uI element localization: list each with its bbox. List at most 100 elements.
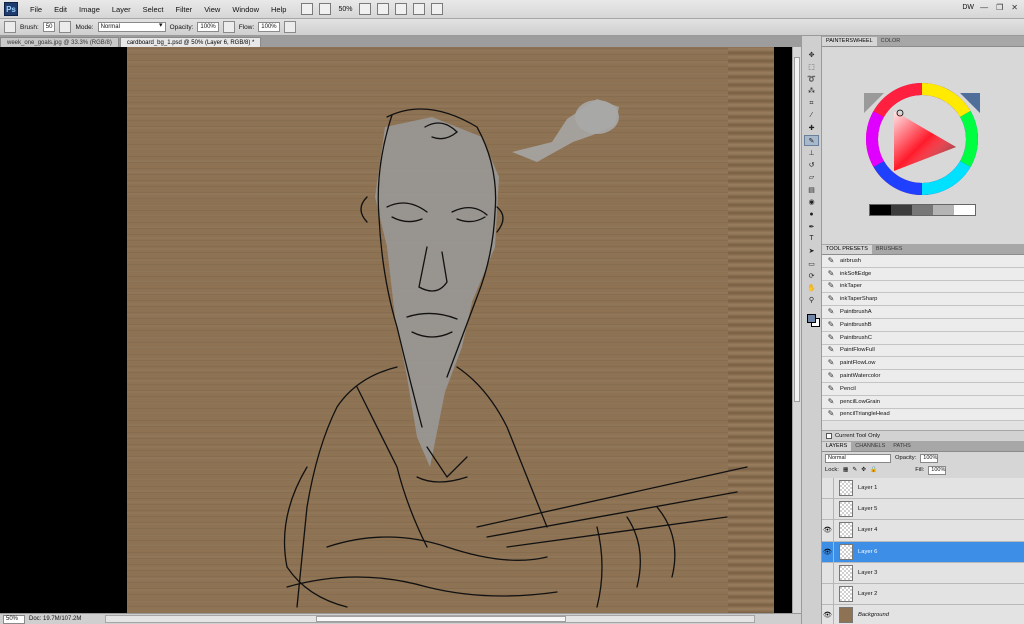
brush-tool-icon[interactable]: ✎ [804,135,819,147]
crop-tool-icon[interactable]: ⌗ [804,98,819,109]
tab-channels[interactable]: CHANNELS [851,442,889,451]
screen-mode-icon[interactable] [431,3,444,15]
layer-row[interactable]: 👁 Background [822,605,1024,624]
list-item[interactable]: ✎ inkTaper [822,280,1024,294]
list-item[interactable]: ✎ pencilTriangleHead [822,408,1024,422]
visibility-toggle[interactable] [822,562,834,583]
arrange-documents-icon[interactable] [413,3,426,15]
zoom-dropdown[interactable]: 50% [334,6,356,13]
eyedropper-tool-icon[interactable]: ⁄ [804,110,819,121]
3d-rotate-tool-icon[interactable]: ⟳ [804,270,819,281]
view-extras-icon[interactable] [319,3,332,15]
brush-size-picker[interactable]: 50 [42,22,56,32]
shape-tool-icon[interactable]: ▭ [804,258,819,269]
vertical-scroll-thumb[interactable] [794,57,800,402]
visibility-toggle[interactable] [822,478,834,499]
hand-tool-icon[interactable] [359,3,372,15]
lock-pixels-icon[interactable]: ✎ [852,467,857,473]
tab-paths[interactable]: PATHS [889,442,915,451]
tool-preset-picker-icon[interactable] [4,21,16,33]
gradient-tool-icon[interactable]: ▤ [804,184,819,195]
list-item[interactable]: ✎ PaintbrushA [822,306,1024,319]
horizontal-scroll-thumb[interactable] [316,616,566,622]
bridge-icon[interactable] [301,3,314,15]
doc-tab-cardboard-bg[interactable]: cardboard_bg_1.psd @ 50% (Layer 6, RGB/8… [119,37,262,47]
list-item[interactable]: ✎ pencilLowGrain [822,395,1024,409]
eye-icon[interactable]: 👁 [822,605,834,624]
gray-swatch[interactable] [891,205,912,215]
current-tool-only-checkbox[interactable] [826,433,832,439]
minimize-icon[interactable]: — [980,3,988,12]
type-tool-icon[interactable]: T [804,233,819,244]
move-tool-icon[interactable]: ✥ [804,49,819,60]
tab-tool-presets[interactable]: TOOL PRESETS [822,245,872,254]
gray-swatch[interactable] [870,205,891,215]
fill-input[interactable]: 100% [928,465,947,475]
tab-layers[interactable]: LAYERS [822,442,852,451]
eye-icon[interactable]: 👁 [822,520,834,541]
gray-swatch[interactable] [954,205,975,215]
blur-tool-icon[interactable]: ◉ [804,197,819,208]
vertical-scrollbar[interactable] [792,47,801,613]
menu-file[interactable]: File [24,5,48,14]
doc-size-readout[interactable]: Doc: 19.7M/107.2M [29,616,99,622]
list-item[interactable]: ✎ Pencil [822,382,1024,396]
layer-row-active[interactable]: 👁 Layer 6 [822,541,1024,563]
pressure-opacity-icon[interactable] [222,21,235,33]
list-item[interactable]: ✎ paintWatercolor [822,370,1024,383]
tab-brushes[interactable]: BRUSHES [872,245,907,254]
visibility-toggle[interactable] [822,583,834,605]
layer-row[interactable]: 👁 Layer 4 [822,520,1024,542]
workspace-switcher[interactable]: DW [962,4,974,11]
list-item[interactable]: ✎ PaintbrushC [822,331,1024,345]
layer-row[interactable]: Layer 1 [822,478,1024,500]
list-item[interactable]: ✎ PaintFlowFull [822,344,1024,358]
list-item[interactable]: ✎ inkSoftEdge [822,267,1024,281]
foreground-color-swatch[interactable] [807,314,816,323]
gray-swatch[interactable] [933,205,954,215]
menu-image[interactable]: Image [73,5,106,14]
tab-color[interactable]: COLOR [877,37,905,46]
list-item[interactable]: ✎ airbrush [822,255,1024,268]
eraser-tool-icon[interactable]: ▱ [804,172,819,183]
menu-filter[interactable]: Filter [170,5,199,14]
menu-help[interactable]: Help [265,5,292,14]
status-zoom-input[interactable]: 50% [3,614,25,624]
zoom-tool-icon[interactable] [377,3,390,15]
menu-view[interactable]: View [198,5,226,14]
layer-row[interactable]: Layer 2 [822,583,1024,606]
menu-window[interactable]: Window [226,5,265,14]
healing-brush-tool-icon[interactable]: ✚ [804,123,819,134]
list-item[interactable]: ✎ paintFlowLow [822,357,1024,371]
list-item[interactable]: ✎ PaintbrushB [822,318,1024,332]
menu-layer[interactable]: Layer [106,5,137,14]
mode-select[interactable]: Normal [97,22,166,32]
list-item[interactable]: ✎ inkTaperSharp [822,293,1024,307]
eye-icon[interactable]: 👁 [822,541,834,562]
close-icon[interactable]: ✕ [1011,3,1018,12]
brushes-panel-toggle-icon[interactable] [59,21,72,33]
lock-transparency-icon[interactable]: ▦ [843,467,848,473]
restore-icon[interactable]: ❐ [996,3,1003,12]
tab-painterswheel[interactable]: PAINTERSWHEEL [822,37,877,46]
zoom-tool-icon[interactable]: ⚲ [804,295,819,306]
menu-edit[interactable]: Edit [48,5,73,14]
layer-opacity-input[interactable]: 100% [920,453,939,463]
color-wheel[interactable] [862,81,992,196]
doc-tab-week-one-goals[interactable]: week_one_goals.jpg @ 33.3% (RGB/8) [0,37,119,47]
horizontal-scrollbar[interactable] [105,615,755,623]
rotate-view-icon[interactable] [395,3,408,15]
hand-tool-icon[interactable]: ✋ [804,283,819,294]
canvas-area[interactable] [0,47,801,613]
path-selection-tool-icon[interactable]: ➤ [804,246,819,257]
gray-ramp[interactable] [869,204,976,216]
visibility-toggle[interactable] [822,499,834,520]
layer-row[interactable]: Layer 5 [822,499,1024,521]
clone-stamp-tool-icon[interactable]: ⊥ [804,147,819,158]
blend-mode-select[interactable]: Normal [825,453,891,463]
lock-position-icon[interactable]: ✥ [861,467,866,473]
gray-swatch[interactable] [912,205,933,215]
flow-input[interactable]: 100% [258,22,280,32]
lasso-tool-icon[interactable]: ➰ [804,74,819,85]
history-brush-tool-icon[interactable]: ↺ [804,160,819,171]
